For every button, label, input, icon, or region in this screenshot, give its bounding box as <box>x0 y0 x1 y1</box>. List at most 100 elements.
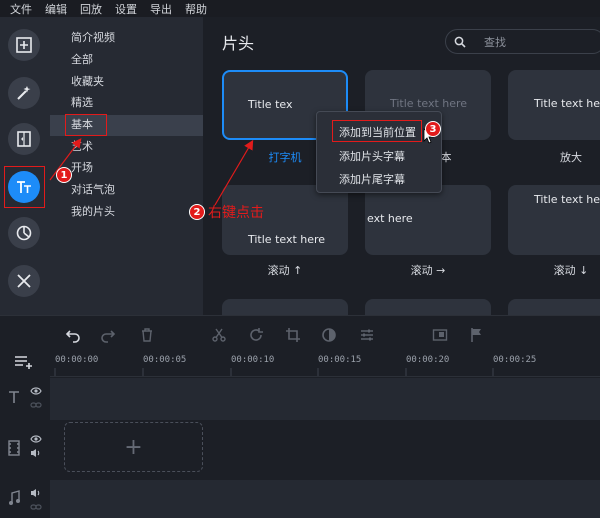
speaker-icon[interactable] <box>30 448 42 458</box>
category-list: 简介视频 全部 收藏夹 精选 基本 艺术 开场 对话气泡 我的片头 <box>50 17 203 315</box>
thumbnail-preview-text: Title text here <box>534 97 600 110</box>
film-icon <box>8 440 20 456</box>
audio-track[interactable] <box>50 480 600 518</box>
ruler-tick-label: 00:00:05 <box>143 355 187 365</box>
ruler-tick-label: 00:00:00 <box>55 355 99 365</box>
text-track-header <box>0 378 50 420</box>
sliders-icon <box>361 329 373 341</box>
cut-button[interactable] <box>210 326 228 344</box>
thumbnail-preview-text: Title text here <box>248 233 326 246</box>
add-track-icon[interactable] <box>14 354 34 370</box>
menu-file[interactable]: 文件 <box>10 1 32 17</box>
title-thumbnail-zoom[interactable]: Title text here <box>508 70 600 140</box>
thumbnail-preview-text: Title text here <box>390 97 468 110</box>
menu-help[interactable]: 帮助 <box>185 1 207 17</box>
ruler-tick-label: 00:00:25 <box>493 355 537 365</box>
text-track[interactable] <box>50 378 600 420</box>
category-item-artistic[interactable]: 艺术 <box>71 138 93 156</box>
color-adjust-button[interactable] <box>320 326 338 344</box>
color-icon <box>322 328 336 342</box>
category-item-my-titles[interactable]: 我的片头 <box>71 203 115 221</box>
undo-button[interactable] <box>64 326 82 344</box>
page-title: 片头 <box>222 34 255 53</box>
ruler-tick-label: 00:00:15 <box>318 355 362 365</box>
delete-button[interactable] <box>138 326 156 344</box>
menu-playback[interactable]: 回放 <box>80 1 102 17</box>
add-media-icon <box>16 37 32 53</box>
trash-icon <box>142 328 152 342</box>
title-thumbnail[interactable] <box>508 299 600 315</box>
ruler-tick-label: 00:00:20 <box>406 355 450 365</box>
video-track-header <box>0 422 50 478</box>
annotation-box-basic-category <box>65 114 107 136</box>
menu-edit[interactable]: 编辑 <box>45 1 67 17</box>
eye-icon[interactable] <box>30 386 42 396</box>
category-item-favorites[interactable]: 收藏夹 <box>71 73 104 91</box>
clip-properties-button[interactable] <box>358 326 376 344</box>
annotation-step-1: 1 <box>56 167 72 183</box>
transitions-tool[interactable] <box>8 123 40 155</box>
speaker-icon[interactable] <box>30 488 42 498</box>
menubar: 文件 编辑 回放 设置 导出 帮助 <box>0 0 600 17</box>
search-box[interactable] <box>445 29 600 54</box>
magic-wand-icon <box>17 86 31 100</box>
marker-button[interactable] <box>468 326 486 344</box>
menu-export[interactable]: 导出 <box>150 1 172 17</box>
overlay-icon <box>432 329 448 341</box>
timeline-ruler[interactable]: 00:00:00 00:00:05 00:00:10 00:00:15 00:0… <box>50 353 600 377</box>
search-icon <box>454 36 466 48</box>
ruler-tick-label: 00:00:10 <box>231 355 275 365</box>
tools-icon <box>17 274 31 288</box>
category-item-intro-video[interactable]: 简介视频 <box>71 29 115 47</box>
filters-tool[interactable] <box>8 77 40 109</box>
stickers-tool[interactable] <box>8 217 40 249</box>
rotate-icon <box>250 328 263 341</box>
annotation-step-3: 3 <box>425 121 441 137</box>
undo-icon <box>65 330 80 343</box>
category-item-speech-bubbles[interactable]: 对话气泡 <box>71 181 115 199</box>
menu-item-add-closing-subtitle[interactable]: 添加片尾字幕 <box>339 171 405 187</box>
category-item-all[interactable]: 全部 <box>71 51 93 69</box>
rotate-button[interactable] <box>247 326 265 344</box>
transition-icon <box>17 131 31 147</box>
scissors-icon <box>212 328 226 342</box>
thumbnail-caption: 滚动 ↓ <box>553 264 589 277</box>
annotation-box-add-to-position <box>332 120 422 142</box>
music-note-icon <box>9 490 20 505</box>
title-thumbnail[interactable] <box>222 299 348 315</box>
search-input[interactable] <box>484 34 594 50</box>
redo-icon <box>101 330 116 343</box>
ruler-ticks <box>54 368 494 376</box>
redo-button[interactable] <box>99 326 117 344</box>
thumbnail-caption: 滚动 → <box>410 264 446 277</box>
menu-item-add-opening-subtitle[interactable]: 添加片头字幕 <box>339 148 405 164</box>
crop-icon <box>286 328 300 342</box>
thumbnail-caption: 放大 <box>560 151 582 164</box>
title-thumbnail-scroll-down[interactable]: Title text here <box>508 185 600 255</box>
thumbnail-preview-text: ext here <box>367 212 413 225</box>
title-thumbnail-scroll-right[interactable]: ext here <box>365 185 491 255</box>
timeline-toolbar <box>50 316 600 353</box>
eye-icon[interactable] <box>30 434 42 444</box>
annotation-label-right-click: 右键点击 <box>208 205 264 221</box>
plus-icon: + <box>124 434 143 460</box>
add-media-dropzone[interactable]: + <box>64 422 203 472</box>
audio-track-header <box>0 480 50 518</box>
import-tool[interactable] <box>8 29 40 61</box>
crop-button[interactable] <box>284 326 302 344</box>
link-icon[interactable] <box>30 400 42 410</box>
annotation-box-titles-tool <box>4 166 45 208</box>
menu-settings[interactable]: 设置 <box>115 1 137 17</box>
thumbnail-preview-text: Title text here <box>534 193 600 206</box>
category-item-opening[interactable]: 开场 <box>71 159 93 177</box>
sticker-icon <box>16 225 32 241</box>
title-thumbnail[interactable] <box>365 299 491 315</box>
thumbnail-caption: 滚动 ↑ <box>267 264 303 277</box>
more-tools[interactable] <box>8 265 40 297</box>
video-editor-window: 文件 编辑 回放 设置 导出 帮助 简介视频 全部 收藏夹 精选 基本 艺术 开… <box>0 0 600 518</box>
category-item-featured[interactable]: 精选 <box>71 94 93 112</box>
overlay-button[interactable] <box>431 326 449 344</box>
annotation-step-2: 2 <box>189 204 205 220</box>
flag-icon <box>471 328 481 342</box>
link-icon[interactable] <box>30 502 42 512</box>
